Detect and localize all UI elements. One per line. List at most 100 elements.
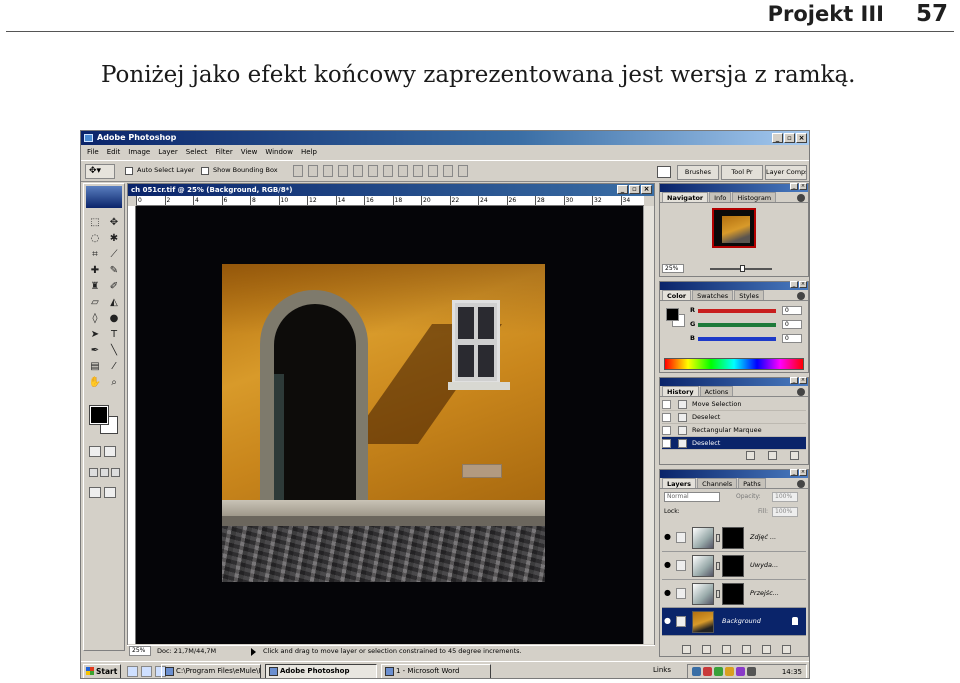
distribute-middle-icon[interactable] [398, 165, 408, 177]
navigator-thumbnail[interactable] [712, 208, 756, 248]
tab-styles[interactable]: Styles [734, 290, 764, 300]
foreground-color-swatch[interactable] [89, 405, 109, 425]
history-source-checkbox[interactable] [662, 413, 671, 422]
history-source-checkbox[interactable] [662, 400, 671, 409]
maximize-button[interactable]: ▫ [784, 133, 795, 143]
palette-menu-icon[interactable] [797, 480, 805, 488]
zoom-tool-icon[interactable]: ⌕ [106, 376, 122, 389]
opacity-field[interactable]: 100% [772, 492, 798, 502]
antivirus-icon[interactable] [703, 667, 712, 676]
layer-mask-thumbnail[interactable] [722, 527, 744, 549]
tab-channels[interactable]: Channels [697, 478, 738, 488]
type-tool-icon[interactable]: T [106, 328, 122, 341]
document-canvas[interactable] [136, 206, 644, 644]
layer-mask-thumbnail[interactable] [722, 583, 744, 605]
link-layers-icon[interactable] [682, 645, 691, 654]
slice-tool-icon[interactable]: ⟋ [106, 248, 122, 261]
history-source-checkbox[interactable] [662, 439, 671, 448]
palette-close-button[interactable]: × [799, 469, 807, 476]
brush-tool-icon[interactable]: ✎ [106, 264, 122, 277]
app-tray-icon[interactable] [736, 667, 745, 676]
standard-mode-icon[interactable] [89, 446, 101, 457]
history-item[interactable]: Deselect [662, 411, 806, 424]
zoom-field[interactable]: 25% [129, 646, 151, 656]
doc-maximize-button[interactable]: ▫ [629, 185, 640, 194]
zoom-slider-knob[interactable] [740, 265, 745, 272]
blue-slider[interactable] [698, 337, 776, 341]
history-item[interactable]: Move Selection [662, 398, 806, 411]
vertical-scrollbar[interactable] [643, 206, 654, 644]
menu-layer[interactable]: Layer [154, 145, 182, 159]
new-snapshot-icon[interactable] [768, 451, 777, 460]
mask-link-icon[interactable] [716, 534, 720, 542]
layer-link-box[interactable] [676, 532, 686, 543]
palette-close-button[interactable]: × [799, 281, 807, 288]
green-slider[interactable] [698, 323, 776, 327]
blue-value[interactable]: 0 [782, 334, 802, 343]
align-middle-icon[interactable] [308, 165, 318, 177]
line-tool-icon[interactable]: ╲ [106, 344, 122, 357]
tab-paths[interactable]: Paths [738, 478, 766, 488]
navigator-zoom-slider[interactable] [710, 265, 772, 272]
palette-minimize-button[interactable]: _ [790, 469, 798, 476]
distribute-right-icon[interactable] [458, 165, 468, 177]
well-tab-brushes[interactable]: Brushes [677, 165, 719, 180]
palette-close-button[interactable]: × [799, 377, 807, 384]
visibility-eye-icon[interactable]: ● [664, 589, 672, 597]
visibility-eye-icon[interactable]: ● [664, 561, 672, 569]
palette-menu-icon[interactable] [797, 194, 805, 202]
menu-select[interactable]: Select [182, 145, 212, 159]
start-button[interactable]: Start [83, 664, 121, 678]
distribute-bottom-icon[interactable] [413, 165, 423, 177]
blend-mode-select[interactable]: Normal [664, 492, 720, 502]
tab-swatches[interactable]: Swatches [692, 290, 734, 300]
green-value[interactable]: 0 [782, 320, 802, 329]
new-layer-icon[interactable] [762, 645, 771, 654]
marquee-tool-icon[interactable]: ⬚ [87, 216, 103, 229]
hand-tool-icon[interactable]: ✋ [87, 376, 103, 389]
palette-minimize-button[interactable]: _ [790, 183, 798, 190]
new-document-icon[interactable] [746, 451, 755, 460]
tool-preset-picker[interactable]: ✥▾ [85, 164, 115, 179]
visibility-eye-icon[interactable]: ● [664, 617, 672, 625]
imageready-icon[interactable] [104, 487, 116, 498]
align-right-icon[interactable] [368, 165, 378, 177]
tab-color[interactable]: Color [662, 290, 692, 300]
doc-minimize-button[interactable]: _ [617, 185, 628, 194]
menu-window[interactable]: Window [261, 145, 297, 159]
tab-history[interactable]: History [662, 386, 699, 396]
align-left-icon[interactable] [338, 165, 348, 177]
distribute-top-icon[interactable] [383, 165, 393, 177]
distribute-center-icon[interactable] [443, 165, 453, 177]
layer-style-icon[interactable] [702, 645, 711, 654]
palette-minimize-button[interactable]: _ [790, 377, 798, 384]
status-menu-arrow-icon[interactable] [251, 648, 256, 656]
messenger-icon[interactable] [714, 667, 723, 676]
layer-row[interactable]: ● Uwyda... [662, 552, 806, 580]
layer-mask-thumbnail[interactable] [722, 555, 744, 577]
blur-tool-icon[interactable]: ◊ [87, 312, 103, 325]
new-fill-layer-icon[interactable] [742, 645, 751, 654]
taskbar-item-word[interactable]: 1 - Microsoft Word [381, 664, 491, 678]
move-tool-icon[interactable]: ✥ [106, 216, 122, 229]
full-screen-menu-icon[interactable] [100, 468, 109, 477]
notes-tool-icon[interactable]: ▤ [87, 360, 103, 373]
distribute-left-icon[interactable] [428, 165, 438, 177]
crop-tool-icon[interactable]: ⌗ [87, 248, 103, 261]
healing-brush-tool-icon[interactable]: ✚ [87, 264, 103, 277]
network-icon[interactable] [692, 667, 701, 676]
layer-row[interactable]: ● Zdjęć ... [662, 524, 806, 552]
auto-select-checkbox[interactable] [125, 167, 133, 175]
full-screen-icon[interactable] [111, 468, 120, 477]
minimize-button[interactable]: _ [772, 133, 783, 143]
doc-close-button[interactable]: × [641, 185, 652, 194]
history-brush-tool-icon[interactable]: ✐ [106, 280, 122, 293]
jump-to-imageready-icon[interactable] [89, 487, 101, 498]
path-selection-tool-icon[interactable]: ➤ [87, 328, 103, 341]
palette-close-button[interactable]: × [799, 183, 807, 190]
mask-link-icon[interactable] [716, 562, 720, 570]
history-source-checkbox[interactable] [662, 426, 671, 435]
eraser-tool-icon[interactable]: ▱ [87, 296, 103, 309]
tab-navigator[interactable]: Navigator [662, 192, 709, 202]
menu-view[interactable]: View [237, 145, 262, 159]
